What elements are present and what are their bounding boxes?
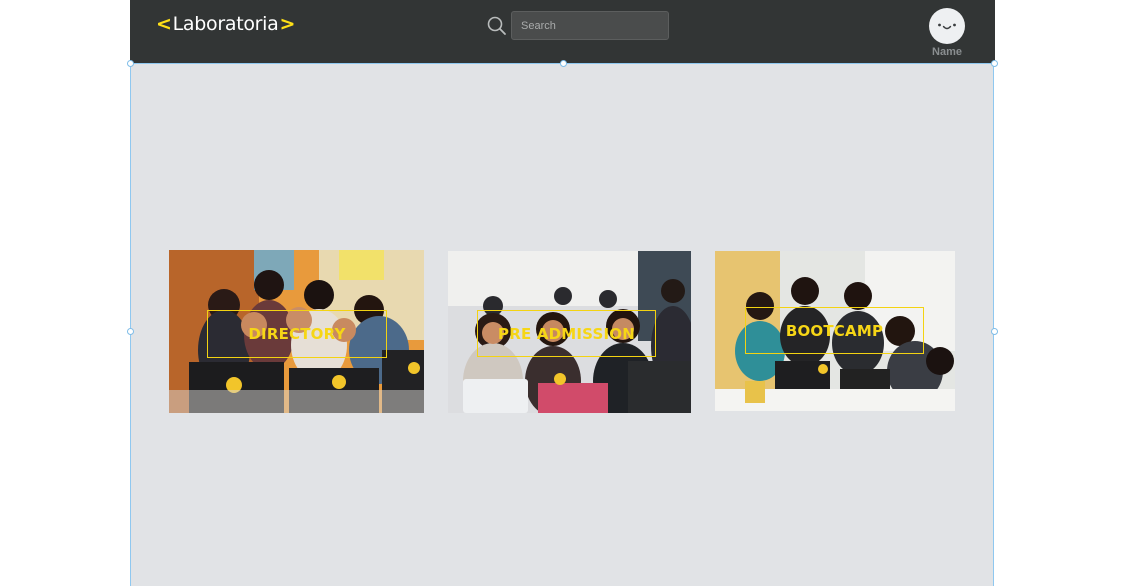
bootcamp-label-frame: BOOTCAMP xyxy=(745,307,924,354)
search-icon[interactable] xyxy=(486,15,508,37)
directory-card[interactable]: DIRECTORY xyxy=(169,250,424,413)
bootcamp-label[interactable]: BOOTCAMP xyxy=(786,322,883,340)
logo-left-chevron: < xyxy=(156,13,172,35)
logo-right-chevron: > xyxy=(279,13,296,35)
logo-text: Laboratoria xyxy=(172,13,279,35)
selection-handle-middle-left[interactable] xyxy=(127,328,134,335)
smiley-face-icon xyxy=(938,23,956,30)
selection-handle-top-left[interactable] xyxy=(127,60,134,67)
selection-handle-top-right[interactable] xyxy=(991,60,998,67)
directory-label-frame: DIRECTORY xyxy=(207,310,387,358)
search-input[interactable] xyxy=(511,11,669,40)
selection-handle-top-center[interactable] xyxy=(560,60,567,67)
app-frame: < Laboratoria > Name xyxy=(127,0,998,586)
user-name-label[interactable]: Name xyxy=(920,46,974,58)
bootcamp-card[interactable]: BOOTCAMP xyxy=(715,251,955,411)
laboratoria-logo[interactable]: < Laboratoria > xyxy=(156,13,295,35)
pre-admission-label-frame: PRE ADMISSION xyxy=(477,310,656,357)
top-navigation-bar: < Laboratoria > Name xyxy=(130,0,995,63)
directory-label[interactable]: DIRECTORY xyxy=(248,325,345,343)
pre-admission-label[interactable]: PRE ADMISSION xyxy=(498,325,635,343)
main-content-area: DIRECTORY PRE ADMISSION BOOTCAMP xyxy=(130,63,994,586)
pre-admission-card[interactable]: PRE ADMISSION xyxy=(448,251,691,413)
user-avatar[interactable] xyxy=(929,8,965,44)
selection-handle-middle-right[interactable] xyxy=(991,328,998,335)
